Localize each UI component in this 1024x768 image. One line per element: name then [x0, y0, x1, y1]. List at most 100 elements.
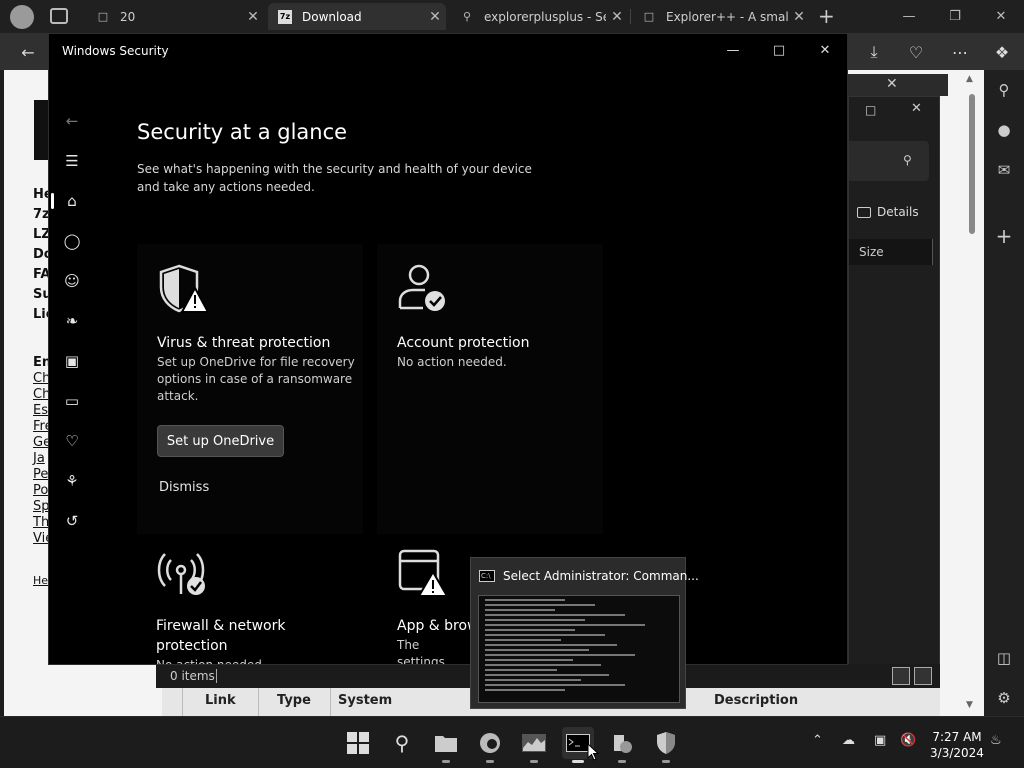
restore-icon[interactable]: ❐: [932, 0, 978, 33]
close-icon[interactable]: ✕: [911, 101, 922, 116]
page-title: Security at a glance: [137, 120, 348, 144]
edge-logo-icon: [480, 733, 500, 753]
page-logo: [34, 100, 48, 160]
maximize-icon[interactable]: □: [756, 34, 802, 66]
profile-avatar[interactable]: [10, 5, 34, 29]
app-browser-icon[interactable]: ▣: [57, 346, 87, 376]
downloads-icon[interactable]: ⤓: [858, 36, 890, 68]
browser-tab-3[interactable]: ⚲ explorerplusplus - Sea ✕: [450, 3, 628, 30]
explorer-search-box[interactable]: ⚲: [849, 141, 929, 181]
status-divider: [216, 669, 217, 683]
windows-security-taskbar-icon[interactable]: [650, 727, 682, 763]
shield-icon[interactable]: ◯: [57, 226, 87, 256]
new-tab-icon[interactable]: +: [818, 4, 835, 28]
restore-icon[interactable]: □: [865, 103, 876, 117]
more-menu-icon[interactable]: ⋯: [944, 36, 976, 68]
file-explorer-icon[interactable]: [430, 727, 462, 763]
close-tab-icon[interactable]: ✕: [424, 9, 446, 25]
gear-icon[interactable]: ⚙: [57, 658, 87, 664]
background-window-titlebar: ✕: [848, 74, 948, 96]
windows-security-window: Windows Security — □ ✕ ← ☰ ⌂ ◯ ☺ ❧ ▣ ▭ ♡…: [48, 33, 848, 665]
back-arrow-icon[interactable]: ←: [57, 106, 87, 136]
column-header-system[interactable]: System: [338, 693, 392, 708]
hamburger-menu-icon[interactable]: ☰: [57, 146, 87, 176]
browser-tab-1[interactable]: □ 20 ✕: [86, 3, 264, 30]
taskbar-thumbnail-preview[interactable]: C:\ Select Administrator: Comman...: [470, 557, 699, 709]
laptop-icon[interactable]: ▭: [57, 386, 87, 416]
task-manager-icon[interactable]: [518, 727, 550, 763]
item-count: 0 items: [170, 669, 215, 683]
column-header-type[interactable]: Type: [277, 693, 311, 708]
mouse-cursor-icon: [587, 743, 599, 761]
virus-threat-description: Set up OneDrive for file recovery option…: [157, 355, 355, 403]
page-icon: □: [97, 10, 109, 23]
copilot-icon[interactable]: ❖: [986, 36, 1018, 68]
page-icon: □: [643, 10, 655, 23]
person-icon[interactable]: ☺: [57, 266, 87, 296]
security-nav-rail: ← ☰ ⌂ ◯ ☺ ❧ ▣ ▭ ♡ ⚘ ↺ ⚙: [49, 66, 95, 664]
system-clock[interactable]: 7:27 AM 3/3/2024: [926, 729, 988, 761]
scrollbar-thumb[interactable]: [969, 94, 975, 234]
back-arrow-icon[interactable]: ←: [12, 36, 44, 68]
virus-threat-title: Virus & threat protection: [157, 335, 331, 351]
browser-tab-2[interactable]: 7z Download ✕: [268, 3, 446, 30]
clock-time: 7:27 AM: [932, 730, 982, 744]
details-label: Details: [877, 205, 919, 219]
close-tab-icon[interactable]: ✕: [788, 9, 810, 25]
wireless-icon[interactable]: ❧: [57, 306, 87, 336]
dismiss-link[interactable]: Dismiss: [159, 480, 209, 495]
account-ok-icon: [398, 264, 445, 311]
search-icon[interactable]: ⚲: [990, 76, 1018, 104]
history-icon[interactable]: ↺: [57, 506, 87, 536]
split-screen-icon[interactable]: ◫: [990, 644, 1018, 672]
gear-icon[interactable]: ⚙: [990, 684, 1018, 712]
page-scrollbar[interactable]: ▲ ▼: [960, 70, 984, 716]
search-icon[interactable]: ⚲: [903, 153, 912, 167]
thumbnail-header: C:\ Select Administrator: Comman...: [479, 569, 699, 583]
volume-muted-icon[interactable]: 🔇: [900, 733, 916, 748]
app-browser-description: The settings unwanted ap: [397, 638, 445, 665]
browser-essentials-icon[interactable]: ♡: [900, 36, 932, 68]
outlook-icon[interactable]: ✉: [990, 156, 1018, 184]
setup-package-icon: [614, 735, 632, 753]
desktop: □ 20 ✕ 7z Download ✕ ⚲ explorerplusplus …: [0, 0, 1024, 768]
close-window-icon[interactable]: ✕: [978, 0, 1024, 33]
onedrive-icon[interactable]: ☁: [842, 733, 855, 748]
minimize-icon[interactable]: —: [710, 34, 756, 66]
shield-icon: [657, 732, 675, 754]
close-tab-icon[interactable]: ✕: [242, 9, 264, 25]
tab-separator: [630, 9, 631, 24]
column-header-link[interactable]: Link: [205, 693, 236, 708]
close-icon[interactable]: ✕: [886, 76, 898, 92]
installer-icon[interactable]: [606, 727, 638, 763]
family-icon[interactable]: ⚘: [57, 466, 87, 496]
details-pane-toggle[interactable]: Details: [857, 205, 919, 219]
firewall-status: No action needed: [156, 658, 262, 665]
list-view-icon[interactable]: [892, 667, 910, 685]
tab-title: explorerplusplus - Sea: [484, 9, 606, 24]
scroll-up-icon[interactable]: ▲: [966, 74, 973, 84]
column-header-description[interactable]: Description: [714, 693, 798, 708]
minimize-icon[interactable]: —: [886, 0, 932, 33]
thumbnail-window-preview[interactable]: [478, 595, 680, 703]
explorer-window: □ ✕ ⚲ Details Size: [848, 96, 940, 688]
notifications-bell-icon[interactable]: ♨: [990, 733, 1002, 748]
close-icon[interactable]: ✕: [802, 34, 847, 66]
scroll-down-icon[interactable]: ▼: [966, 700, 973, 710]
network-icon[interactable]: ▣: [874, 733, 886, 748]
edge-browser-icon[interactable]: [474, 727, 506, 763]
home-icon[interactable]: ⌂: [51, 186, 87, 216]
add-icon[interactable]: +: [990, 222, 1018, 250]
health-heart-icon[interactable]: ♡: [57, 426, 87, 456]
start-windows-icon[interactable]: [342, 727, 374, 759]
show-hidden-icons-chevron-icon[interactable]: ⌃: [812, 733, 823, 748]
set-up-onedrive-button[interactable]: Set up OneDrive: [157, 425, 284, 457]
search-icon[interactable]: ⚲: [386, 727, 418, 759]
shopping-icon[interactable]: ●: [990, 116, 1018, 144]
size-column-header[interactable]: Size: [849, 239, 933, 265]
app-browser-title: App & brow: [397, 618, 479, 634]
close-tab-icon[interactable]: ✕: [606, 9, 628, 25]
browser-tab-4[interactable]: □ Explorer++ - A small a ✕: [632, 3, 810, 30]
tab-actions-icon[interactable]: [50, 8, 68, 24]
large-icon-view-icon[interactable]: [914, 667, 932, 685]
